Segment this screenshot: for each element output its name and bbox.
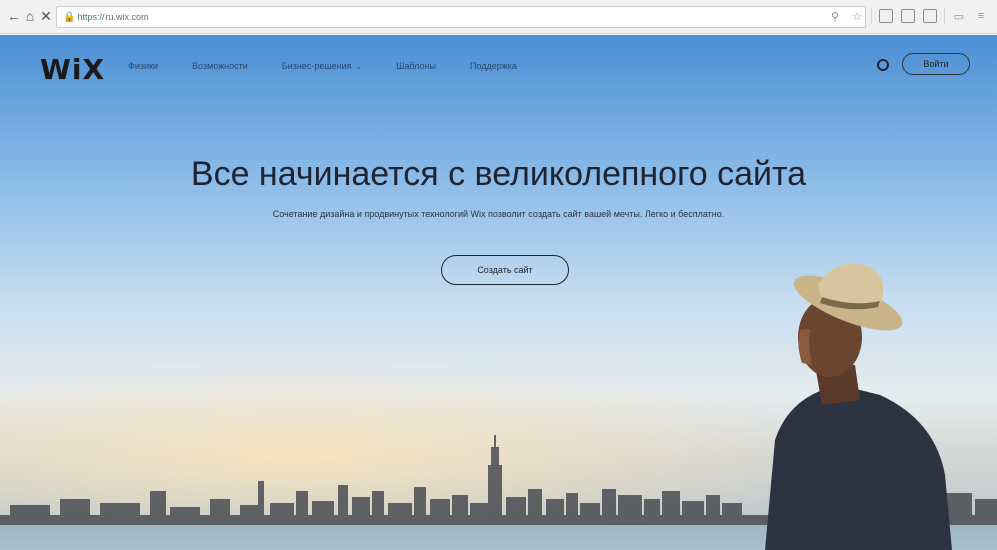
- hero-title: Все начинается с великолепного сайта: [190, 155, 807, 193]
- nav-item-templates[interactable]: Шаблоны: [396, 61, 436, 71]
- nav-label: Поддержка: [469, 61, 517, 71]
- nav-item-business[interactable]: Бизнес-решения ⌄: [282, 61, 362, 71]
- toolbar-divider: [871, 8, 872, 24]
- close-icon[interactable]: ✕: [36, 6, 56, 26]
- address-bar[interactable]: 🔒 https:// ru.wix.com: [56, 6, 866, 28]
- nav-label: Шаблоны: [396, 61, 436, 71]
- nav-label: Физики: [128, 61, 158, 71]
- chevron-down-icon: ⌄: [355, 62, 363, 71]
- menu-icon[interactable]: ≡: [973, 8, 989, 24]
- nav-label: Возможности: [192, 61, 248, 71]
- hero-subtitle: Сочетание дизайна и продвинутых технолог…: [272, 209, 725, 219]
- main-nav: Физики Возможности Бизнес-решения ⌄ Шабло…: [128, 61, 551, 71]
- man-in-hat-photo: [765, 263, 952, 550]
- toolbar-divider: [944, 8, 945, 24]
- wix-logo[interactable]: WiX: [40, 53, 105, 86]
- lock-icon: 🔒: [63, 11, 76, 23]
- globe-icon[interactable]: [877, 59, 889, 71]
- login-button[interactable]: Войти: [902, 53, 970, 75]
- create-site-button[interactable]: Создать сайт: [441, 255, 569, 285]
- url-scheme: https://: [77, 12, 105, 22]
- comment-icon[interactable]: ▭: [951, 8, 967, 24]
- nav-item-capabilities[interactable]: Возможности: [192, 61, 248, 71]
- url-host: ru.wix.com: [105, 12, 149, 22]
- tabs-icon[interactable]: [922, 8, 938, 24]
- profile-icon[interactable]: ⚲: [827, 8, 843, 24]
- wix-landing-page: WiX Физики Возможности Бизнес-решения ⌄ Ш…: [0, 35, 997, 550]
- nav-item-features[interactable]: Физики: [128, 61, 158, 71]
- browser-toolbar: ← ⌂ ✕ 🔒 https:// ru.wix.com ⚲ ☆ ▭ ≡: [0, 0, 997, 34]
- split-view-icon[interactable]: [900, 8, 916, 24]
- nav-item-support[interactable]: Поддержка: [470, 61, 517, 71]
- reading-list-icon[interactable]: [878, 8, 894, 24]
- star-icon[interactable]: ☆: [849, 8, 865, 24]
- browser-tools: ⚲ ☆ ▭ ≡: [827, 8, 989, 24]
- nav-label: Бизнес-решения: [281, 61, 352, 71]
